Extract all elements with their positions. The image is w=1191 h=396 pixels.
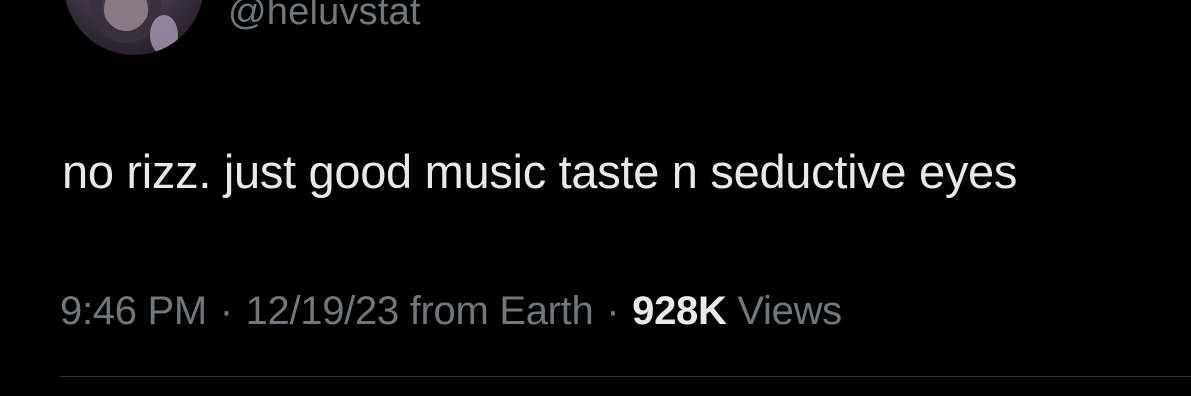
profile-photo-icon [90, 0, 178, 55]
separator-dot: · [606, 289, 620, 333]
separator-dot: · [219, 289, 233, 333]
user-handle[interactable]: @heluvstat [228, 0, 421, 34]
tweet-text: no rizz. just good music taste n seducti… [62, 145, 1018, 198]
tweet-time[interactable]: 9:46 PM [60, 289, 207, 333]
avatar[interactable] [64, 0, 204, 55]
views-count[interactable]: 928K [632, 289, 727, 333]
tweet-date[interactable]: 12/19/23 [246, 289, 400, 333]
tweet-metadata: 9:46 PM · 12/19/23 from Earth · 928K Vie… [60, 286, 842, 336]
tweet-location: from Earth [409, 289, 594, 333]
divider [60, 376, 1191, 377]
views-label: Views [737, 289, 842, 333]
